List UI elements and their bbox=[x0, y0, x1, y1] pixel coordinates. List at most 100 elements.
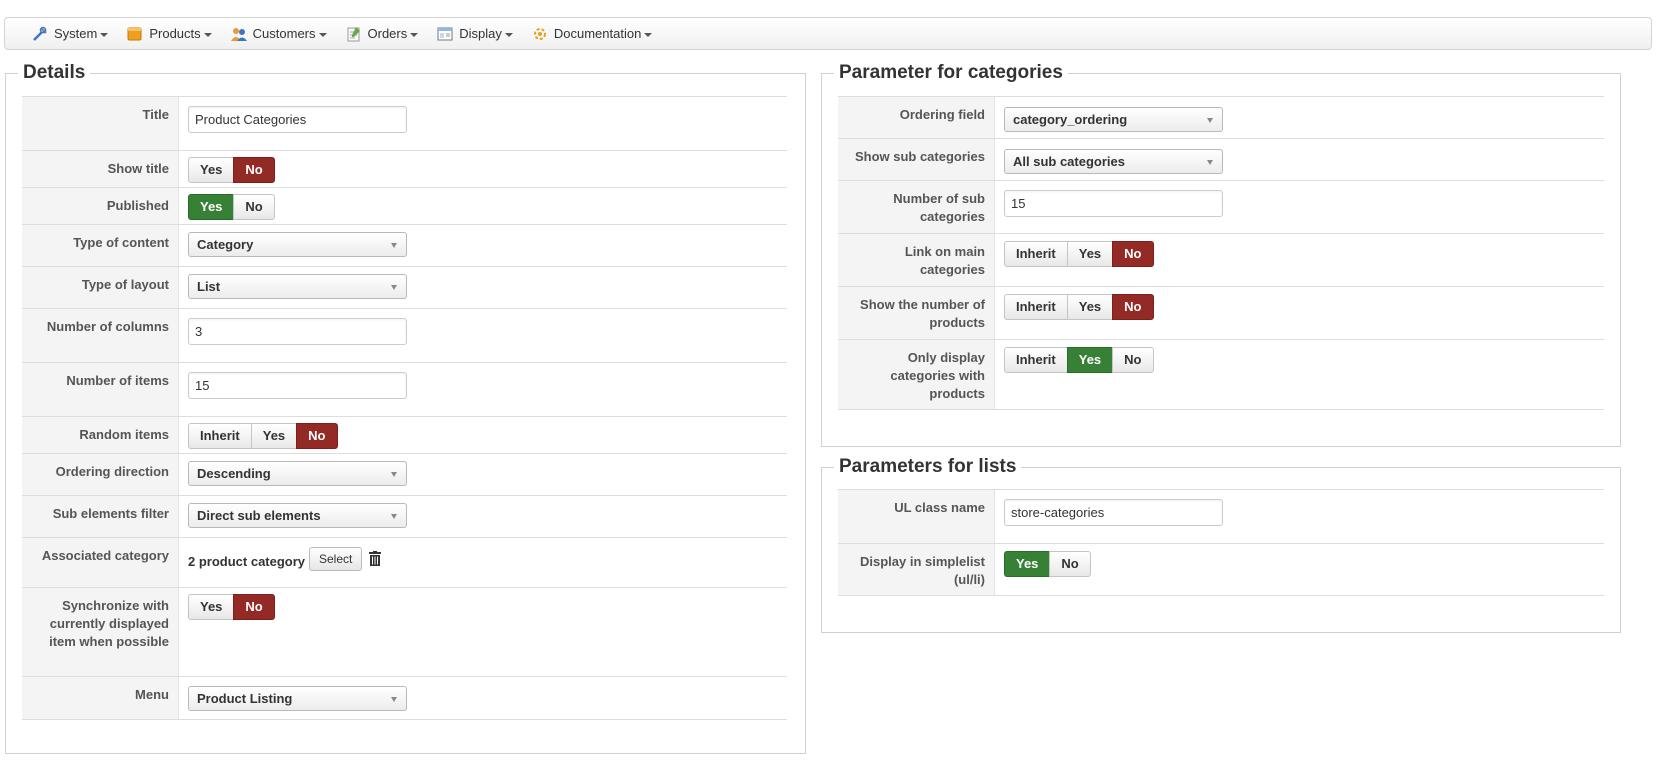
field-label: Title bbox=[22, 97, 179, 150]
selected-value: Direct sub elements bbox=[197, 508, 321, 523]
no-button[interactable]: No bbox=[1112, 241, 1154, 267]
ordering-field-select[interactable]: category_ordering bbox=[1004, 107, 1223, 132]
categories-legend: Parameter for categories bbox=[834, 62, 1068, 84]
row-ordering-direction: Ordering direction Descending bbox=[22, 453, 787, 495]
assoc-category-value: 2 product category bbox=[188, 554, 306, 569]
chevron-down-icon bbox=[410, 32, 419, 37]
dropdown-arrow-icon bbox=[1207, 160, 1213, 165]
row-ordering-field: Ordering field category_ordering bbox=[838, 96, 1604, 138]
no-button[interactable]: No bbox=[233, 157, 275, 183]
display-icon bbox=[436, 26, 454, 42]
num-sub-input[interactable] bbox=[1004, 190, 1223, 217]
chevron-down-icon bbox=[203, 32, 212, 37]
show-sub-select[interactable]: All sub categories bbox=[1004, 149, 1223, 174]
row-ul-class: UL class name bbox=[838, 489, 1604, 543]
row-type-layout: Type of layout List bbox=[22, 266, 787, 308]
yes-button[interactable]: Yes bbox=[1004, 551, 1051, 577]
no-button[interactable]: No bbox=[1112, 347, 1154, 373]
selected-value: Product Listing bbox=[197, 691, 293, 706]
dropdown-arrow-icon bbox=[1207, 118, 1213, 123]
menu-label: Products bbox=[149, 26, 201, 41]
field-label: Ordering field bbox=[838, 97, 995, 138]
num-items-input[interactable] bbox=[188, 372, 407, 399]
menu-select[interactable]: Product Listing bbox=[188, 686, 407, 711]
row-menu: Menu Product Listing bbox=[22, 676, 787, 720]
field-label: Show the number of products bbox=[838, 287, 995, 339]
no-button[interactable]: No bbox=[233, 194, 275, 220]
row-assoc-category: Associated category 2 product category S… bbox=[22, 537, 787, 587]
selected-value: Descending bbox=[197, 466, 271, 481]
ordering-direction-select[interactable]: Descending bbox=[188, 461, 407, 486]
num-columns-input[interactable] bbox=[188, 318, 407, 345]
field-label: Type of content bbox=[22, 225, 179, 266]
dropdown-arrow-icon bbox=[391, 514, 397, 519]
chevron-down-icon bbox=[644, 32, 653, 37]
menu-documentation[interactable]: Documentation bbox=[531, 18, 653, 49]
top-menu-bar: System Products Customers Orders Display… bbox=[4, 17, 1652, 50]
menu-label: Display bbox=[459, 26, 502, 41]
inherit-button[interactable]: Inherit bbox=[1004, 294, 1068, 320]
row-only-display: Only display categories with products In… bbox=[838, 339, 1604, 410]
menu-label: System bbox=[54, 26, 98, 41]
field-label: Link on main categories bbox=[838, 234, 995, 286]
menu-products[interactable]: Products bbox=[126, 18, 212, 49]
yes-button[interactable]: Yes bbox=[1066, 294, 1114, 320]
ul-class-input[interactable] bbox=[1004, 499, 1223, 526]
inherit-button[interactable]: Inherit bbox=[188, 423, 252, 449]
field-label: Ordering direction bbox=[22, 454, 179, 495]
only-display-toggle: Inherit Yes No bbox=[1004, 347, 1154, 373]
published-toggle: Yes No bbox=[188, 194, 275, 220]
field-label: Display in simplelist (ul/li) bbox=[838, 544, 995, 595]
dropdown-arrow-icon bbox=[391, 697, 397, 702]
simplelist-toggle: Yes No bbox=[1004, 551, 1091, 577]
yes-button[interactable]: Yes bbox=[1066, 347, 1114, 373]
yes-button[interactable]: Yes bbox=[188, 594, 235, 620]
products-icon bbox=[126, 26, 144, 42]
no-button[interactable]: No bbox=[1112, 294, 1154, 320]
sub-filter-select[interactable]: Direct sub elements bbox=[188, 503, 407, 528]
details-legend: Details bbox=[18, 62, 91, 84]
menu-label: Orders bbox=[367, 26, 408, 41]
selected-value: List bbox=[197, 279, 221, 294]
lists-table: UL class name Display in simplelist (ul/… bbox=[838, 489, 1604, 597]
dropdown-arrow-icon bbox=[391, 285, 397, 290]
trash-icon[interactable] bbox=[369, 551, 381, 566]
yes-button[interactable]: Yes bbox=[188, 194, 235, 220]
select-category-button[interactable]: Select bbox=[309, 547, 363, 571]
field-label: Show title bbox=[22, 151, 179, 187]
random-items-toggle: Inherit Yes No bbox=[188, 423, 338, 449]
no-button[interactable]: No bbox=[233, 594, 275, 620]
yes-button[interactable]: Yes bbox=[188, 157, 235, 183]
yes-button[interactable]: Yes bbox=[250, 423, 298, 449]
inherit-button[interactable]: Inherit bbox=[1004, 347, 1068, 373]
dropdown-arrow-icon bbox=[391, 243, 397, 248]
menu-system[interactable]: System bbox=[31, 18, 109, 49]
menu-customers[interactable]: Customers bbox=[230, 18, 327, 49]
type-content-select[interactable]: Category bbox=[188, 232, 407, 257]
row-link-main: Link on main categories Inherit Yes No bbox=[838, 233, 1604, 286]
field-label: Menu bbox=[22, 677, 179, 719]
show-num-products-toggle: Inherit Yes No bbox=[1004, 294, 1154, 320]
field-label: Number of sub categories bbox=[838, 181, 995, 233]
chevron-down-icon bbox=[318, 32, 327, 37]
title-input[interactable] bbox=[188, 106, 407, 133]
field-label: Number of columns bbox=[22, 309, 179, 362]
selected-value: Category bbox=[197, 237, 254, 252]
yes-button[interactable]: Yes bbox=[1066, 241, 1114, 267]
row-title: Title bbox=[22, 96, 787, 150]
details-table: Title Show title Yes No Published Yes No… bbox=[22, 96, 787, 720]
no-button[interactable]: No bbox=[1049, 551, 1091, 577]
field-label: Show sub categories bbox=[838, 139, 995, 180]
row-random-items: Random items Inherit Yes No bbox=[22, 416, 787, 453]
type-layout-select[interactable]: List bbox=[188, 274, 407, 299]
menu-label: Customers bbox=[252, 26, 316, 41]
chevron-down-icon bbox=[100, 32, 109, 37]
lists-legend: Parameters for lists bbox=[834, 456, 1022, 478]
row-synchronize: Synchronize with currently displayed ite… bbox=[22, 587, 787, 676]
no-button[interactable]: No bbox=[296, 423, 338, 449]
menu-display[interactable]: Display bbox=[436, 18, 513, 49]
field-label: Only display categories with products bbox=[838, 340, 995, 409]
inherit-button[interactable]: Inherit bbox=[1004, 241, 1068, 267]
menu-orders[interactable]: Orders bbox=[345, 18, 419, 49]
row-num-columns: Number of columns bbox=[22, 308, 787, 362]
